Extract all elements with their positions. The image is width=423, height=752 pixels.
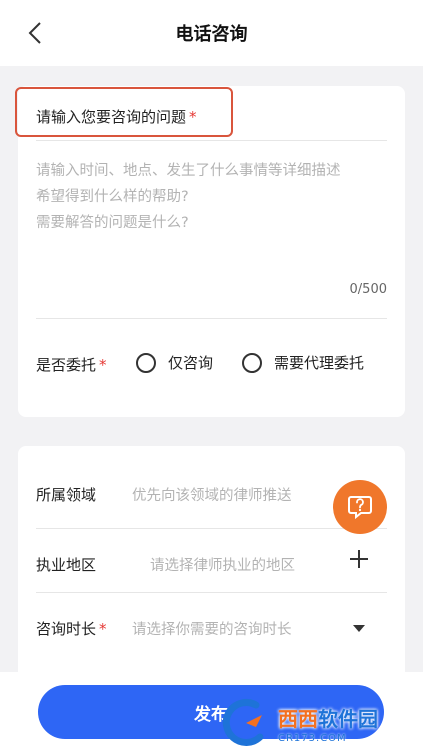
entrust-label-text: 是否委托 [36,356,97,374]
plus-icon[interactable] [349,549,369,569]
field-label: 所属领域 [36,486,97,504]
question-chat-icon [348,496,372,520]
bottom-bar: 发布 [0,672,423,752]
duration-label-text: 咨询时长 [36,620,97,638]
duration-row[interactable]: 咨询时长 * 请选择你需要的咨询时长 [18,580,405,644]
radio-circle-icon [242,352,262,373]
duration-placeholder: 请选择你需要的咨询时长 [132,622,292,638]
question-label: 请输入您要咨询的问题 * [36,106,197,127]
entrust-label: 是否委托 * [36,354,107,375]
radio-label: 仅咨询 [168,354,214,372]
region-label: 执业地区 [36,556,97,574]
question-textarea[interactable] [36,158,386,278]
publish-button[interactable]: 发布 [38,685,384,739]
question-card: 请输入您要咨询的问题 * 请输入时间、地点、发生了什么事情等详细描述 希望得到什么… [15,86,405,417]
required-mark: * [189,108,197,126]
char-counter: 0/500 [349,282,387,297]
required-mark: * [99,356,107,374]
field-placeholder: 优先向该领域的律师推送 [132,488,292,504]
question-label-text: 请输入您要咨询的问题 [36,108,187,126]
divider [36,140,387,141]
help-chat-button[interactable] [333,480,387,534]
radio-need-entrust[interactable]: 需要代理委托 [242,352,364,373]
region-placeholder: 请选择律师执业的地区 [150,558,295,574]
caret-down-icon[interactable] [353,625,365,632]
radio-label: 需要代理委托 [274,354,365,372]
required-mark: * [99,620,107,638]
radio-circle-icon [136,352,156,373]
page-title: 电话咨询 [175,24,248,45]
radio-consult-only[interactable]: 仅咨询 [136,352,213,373]
duration-label: 咨询时长 * [36,618,107,639]
divider [36,318,387,319]
header-bar: 电话咨询 [0,0,423,66]
